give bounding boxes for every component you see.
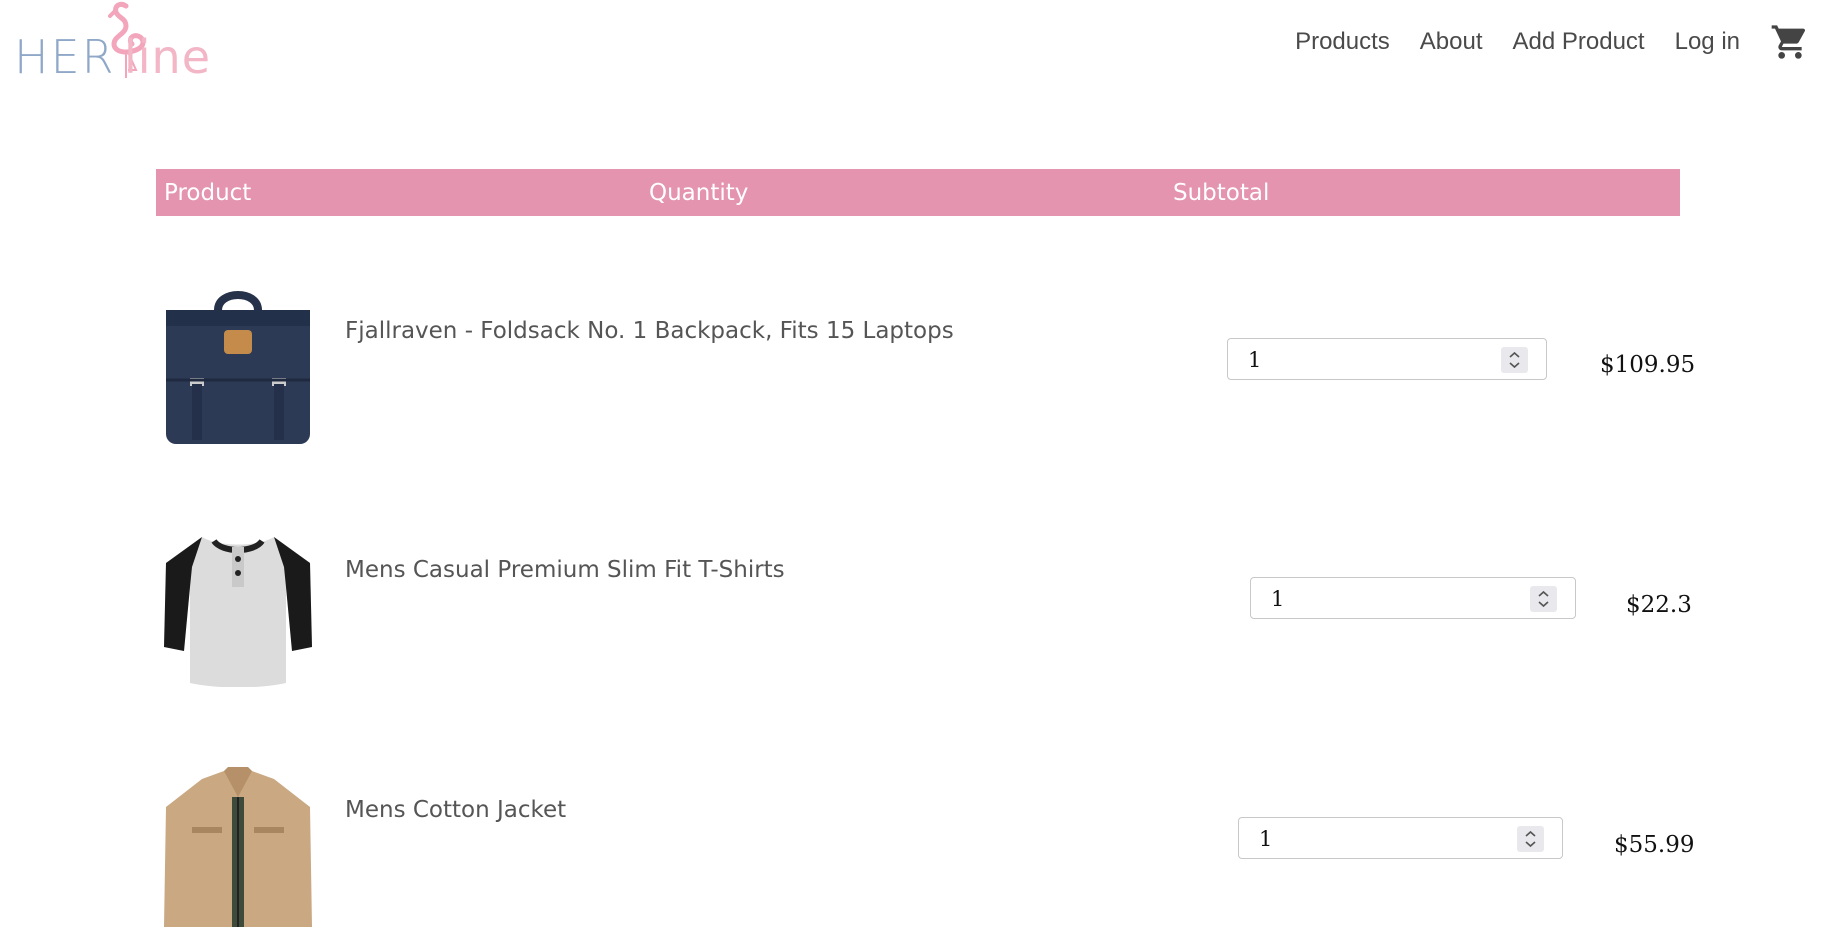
product-name[interactable]: Mens Cotton Jacket (345, 797, 566, 823)
quantity-input[interactable] (1269, 586, 1423, 612)
cart-row: Mens Cotton Jacket $55.99 (156, 749, 1694, 949)
logo-text-her: HER (14, 30, 116, 84)
cart-table-header: Product Quantity Subtotal (156, 169, 1680, 216)
quantity-stepper[interactable] (1238, 817, 1563, 859)
header-subtotal: Subtotal (1173, 180, 1270, 206)
header-quantity: Quantity (649, 180, 749, 206)
backpack-image[interactable] (162, 288, 314, 448)
nav-link-login[interactable]: Log in (1675, 28, 1740, 56)
row-subtotal: $22.3 (1626, 592, 1692, 618)
spin-buttons[interactable] (1501, 347, 1528, 373)
nav-link-add-product[interactable]: Add Product (1513, 28, 1645, 56)
quantity-stepper[interactable] (1250, 577, 1576, 619)
header-product: Product (164, 180, 252, 206)
chevron-up-down-icon (1525, 830, 1536, 848)
cart-row: Mens Casual Premium Slim Fit T-Shirts $2… (156, 509, 1692, 709)
spin-buttons[interactable] (1530, 586, 1557, 612)
row-subtotal: $109.95 (1600, 352, 1696, 378)
brand-logo[interactable]: HER line (14, 0, 210, 84)
chevron-up-down-icon (1538, 590, 1549, 608)
spin-buttons[interactable] (1517, 826, 1544, 852)
row-subtotal: $55.99 (1614, 832, 1695, 858)
nav-link-about[interactable]: About (1420, 28, 1483, 56)
quantity-input[interactable] (1246, 347, 1400, 373)
jacket-image[interactable] (162, 767, 314, 927)
product-name[interactable]: Fjallraven - Foldsack No. 1 Backpack, Fi… (345, 318, 954, 344)
nav-link-products[interactable]: Products (1295, 28, 1390, 56)
shopping-cart-icon[interactable] (1770, 22, 1810, 62)
nav-links: Products About Add Product Log in (1265, 22, 1836, 62)
product-name[interactable]: Mens Casual Premium Slim Fit T-Shirts (345, 557, 785, 583)
logo-text-line: line (124, 30, 212, 84)
quantity-stepper[interactable] (1227, 338, 1547, 380)
quantity-input[interactable] (1257, 826, 1411, 852)
navbar: HER line Products About Add Product Log … (0, 0, 1836, 100)
cart-row: Fjallraven - Foldsack No. 1 Backpack, Fi… (156, 270, 1695, 470)
chevron-up-down-icon (1509, 351, 1520, 369)
tshirt-image[interactable] (162, 527, 314, 687)
